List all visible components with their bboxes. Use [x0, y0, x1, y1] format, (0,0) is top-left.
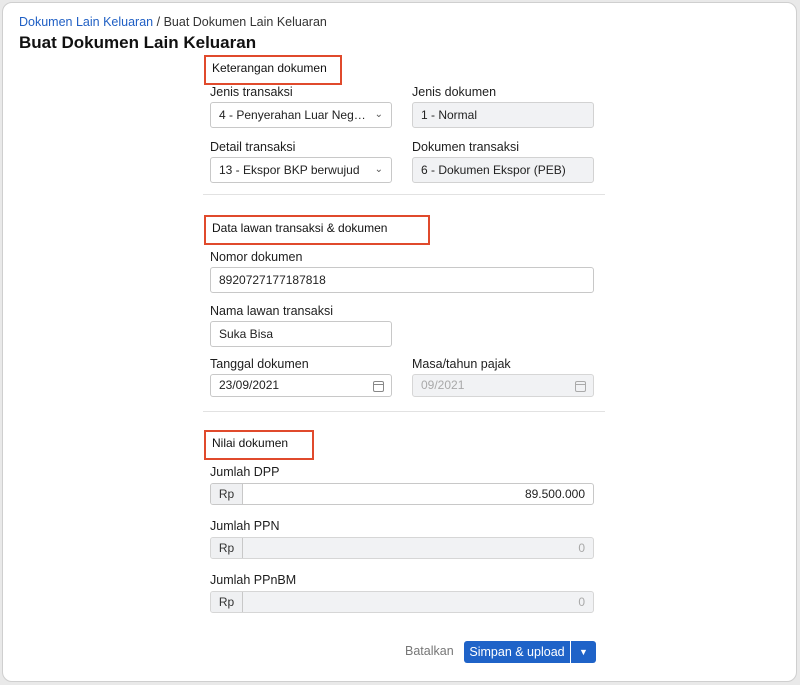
- chevron-down-icon: ⌄: [374, 164, 383, 175]
- calendar-icon[interactable]: [373, 381, 384, 392]
- jumlah-ppn-input: Rp 0: [210, 537, 594, 559]
- currency-prefix: Rp: [211, 538, 243, 558]
- nama-lawan-transaksi-value: Suka Bisa: [219, 327, 274, 341]
- jenis-transaksi-value: 4 - Penyerahan Luar Negeri (Ekspor): [219, 108, 369, 122]
- breadcrumb-separator: /: [156, 15, 161, 29]
- calendar-icon: [575, 381, 586, 392]
- save-upload-button[interactable]: Simpan & upload: [464, 641, 570, 663]
- masa-tahun-pajak-input: 09/2021: [412, 374, 594, 397]
- jumlah-ppnbm-value: 0: [578, 595, 585, 609]
- dokumen-transaksi-value: 6 - Dokumen Ekspor (PEB): [421, 163, 566, 177]
- detail-transaksi-value: 13 - Ekspor BKP berwujud: [219, 163, 360, 177]
- jenis-dokumen-label: Jenis dokumen: [412, 85, 497, 99]
- jenis-transaksi-select[interactable]: 4 - Penyerahan Luar Negeri (Ekspor) ⌄: [210, 102, 392, 128]
- save-options-dropdown-button[interactable]: ▼: [571, 641, 596, 663]
- jumlah-dpp-input[interactable]: Rp 89.500.000: [210, 483, 594, 505]
- jumlah-ppnbm-label: Jumlah PPnBM: [210, 573, 297, 587]
- breadcrumb-current: Buat Dokumen Lain Keluaran: [163, 15, 327, 29]
- jumlah-ppn-label: Jumlah PPN: [210, 519, 280, 533]
- detail-transaksi-label: Detail transaksi: [210, 140, 296, 154]
- breadcrumb-parent-link[interactable]: Dokumen Lain Keluaran: [19, 15, 153, 29]
- section-title-nilai-dokumen: Nilai dokumen: [204, 430, 314, 460]
- nama-lawan-transaksi-label: Nama lawan transaksi: [210, 304, 333, 318]
- currency-prefix: Rp: [211, 484, 243, 504]
- nomor-dokumen-input[interactable]: 8920727177187818: [210, 267, 594, 293]
- section-title-keterangan: Keterangan dokumen: [204, 55, 342, 85]
- breadcrumb: Dokumen Lain Keluaran / Buat Dokumen Lai…: [19, 15, 327, 29]
- jumlah-ppnbm-input: Rp 0: [210, 591, 594, 613]
- jenis-dokumen-value: 1 - Normal: [421, 108, 478, 122]
- nomor-dokumen-value: 8920727177187818: [219, 273, 326, 287]
- section-divider: [203, 411, 605, 412]
- caret-down-icon: ▼: [579, 647, 588, 657]
- tanggal-dokumen-label: Tanggal dokumen: [210, 357, 309, 371]
- jumlah-dpp-value: 89.500.000: [524, 487, 585, 501]
- jumlah-dpp-label: Jumlah DPP: [210, 465, 280, 479]
- tanggal-dokumen-value: 23/09/2021: [219, 378, 280, 392]
- page-title: Buat Dokumen Lain Keluaran: [19, 33, 257, 52]
- app-window: Dokumen Lain Keluaran / Buat Dokumen Lai…: [2, 2, 797, 682]
- cancel-button[interactable]: Batalkan: [405, 644, 454, 658]
- currency-prefix: Rp: [211, 592, 243, 612]
- tanggal-dokumen-input[interactable]: 23/09/2021: [210, 374, 392, 397]
- jenis-dokumen-field: 1 - Normal: [412, 102, 594, 128]
- detail-transaksi-select[interactable]: 13 - Ekspor BKP berwujud ⌄: [210, 157, 392, 183]
- chevron-down-icon: ⌄: [374, 109, 383, 120]
- jenis-transaksi-label: Jenis transaksi: [210, 85, 293, 99]
- nama-lawan-transaksi-input[interactable]: Suka Bisa: [210, 321, 392, 347]
- dokumen-transaksi-label: Dokumen transaksi: [412, 140, 519, 154]
- masa-tahun-pajak-label: Masa/tahun pajak: [412, 357, 511, 371]
- section-title-lawan-transaksi: Data lawan transaksi & dokumen: [204, 215, 430, 245]
- section-divider: [203, 194, 605, 195]
- nomor-dokumen-label: Nomor dokumen: [210, 250, 303, 264]
- dokumen-transaksi-field: 6 - Dokumen Ekspor (PEB): [412, 157, 594, 183]
- masa-tahun-pajak-value: 09/2021: [421, 378, 465, 392]
- jumlah-ppn-value: 0: [578, 541, 585, 555]
